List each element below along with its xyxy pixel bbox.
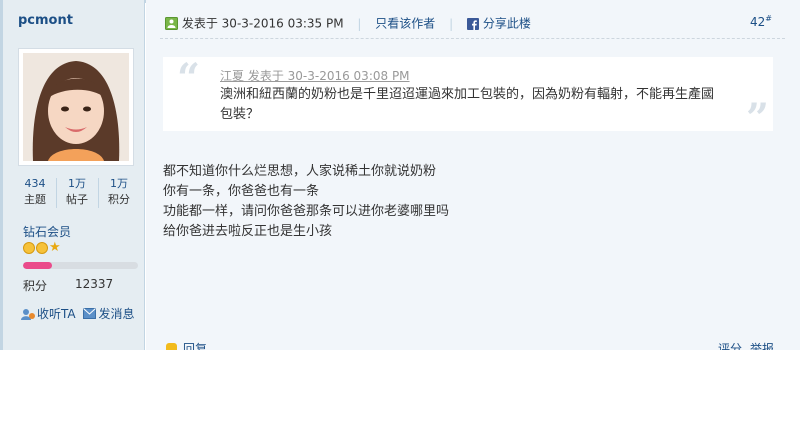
star-medal-icon: ★	[49, 240, 61, 255]
post-footer: 回复 评分 举报	[160, 336, 785, 350]
rank-progress-fill	[23, 262, 52, 269]
stat-label: 积分	[108, 193, 130, 206]
content-line: 你有一条，你爸爸也有一条	[163, 184, 320, 199]
credits-label: 积分	[23, 279, 48, 293]
user-stats: 434 主题 1万 帖子 1万 积分	[13, 176, 137, 212]
stat-value: 1万	[110, 177, 128, 190]
reply-label: 回复	[183, 342, 208, 350]
reply-icon	[166, 343, 177, 350]
follow-icon	[21, 308, 35, 320]
stat-value: 434	[24, 177, 46, 190]
quote-block: “ 江夏 发表于 30-3-2016 03:08 PM 澳洲和紐西蘭的奶粉也是千…	[163, 55, 773, 142]
follow-button[interactable]: 收听TA	[21, 306, 79, 321]
quote-text: 澳洲和紐西蘭的奶粉也是千里迢迢運過來加工包裝的，因為奶粉有輻射，不能再生產國包裝…	[220, 87, 715, 122]
rank-progress-bar	[23, 262, 138, 269]
posted-time: 30-3-2016 03:35 PM	[221, 16, 344, 31]
author-only-link[interactable]: 只看该作者	[375, 17, 435, 31]
post-header: 发表于 30-3-2016 03:35 PM | 只看该作者 | 分享此楼	[165, 14, 531, 32]
stat-threads[interactable]: 434 主题	[15, 176, 55, 208]
close-quote-icon: ”	[745, 95, 769, 142]
rate-button[interactable]: 评分	[718, 340, 742, 350]
user-actions: 收听TA 发消息	[21, 305, 134, 322]
header-divider: |	[357, 16, 362, 31]
follow-label: 收听TA	[37, 307, 76, 321]
quote-author-link[interactable]: 江夏 发表于 30-3-2016 03:08 PM	[220, 67, 410, 84]
send-message-label: 发消息	[98, 307, 135, 321]
stat-credits[interactable]: 1万 积分	[99, 176, 139, 208]
open-quote-icon: “	[177, 55, 201, 102]
forum-post: pcmont 434 主题 1万 帖子 1万 积分 钻石会员 ★ 积分 1233…	[0, 0, 800, 350]
medal-list: ★	[23, 240, 63, 256]
avatar[interactable]	[18, 48, 134, 166]
posted-prefix: 发表于	[181, 16, 218, 31]
stat-label: 帖子	[66, 193, 88, 206]
floor-mark: #	[765, 14, 772, 23]
user-sidebar: pcmont 434 主题 1万 帖子 1万 积分 钻石会员 ★ 积分 1233…	[0, 0, 145, 350]
online-status-icon	[165, 17, 178, 30]
sun-medal-icon	[23, 242, 35, 254]
floor-value: 42	[750, 15, 766, 29]
stat-value: 1万	[68, 177, 86, 190]
envelope-icon	[83, 308, 97, 319]
report-button[interactable]: 举报	[750, 340, 774, 350]
content-line: 都不知道你什么烂思想，人家说稀土你就说奶粉	[163, 164, 437, 179]
floor-number[interactable]: 42#	[750, 14, 772, 29]
credits-value: 12337	[75, 277, 114, 291]
avatar-image	[23, 53, 129, 161]
content-line: 给你爸进去啦反正也是生小孩	[163, 224, 333, 239]
stat-label: 主题	[24, 193, 46, 206]
username-link[interactable]: pcmont	[18, 13, 73, 28]
send-message-button[interactable]: 发消息	[83, 306, 135, 321]
facebook-icon[interactable]	[467, 17, 479, 30]
post-content: 都不知道你什么烂思想，人家说稀土你就说奶粉 你有一条，你爸爸也有一条 功能都一样…	[163, 162, 449, 242]
reply-button[interactable]: 回复	[166, 340, 207, 350]
user-rank[interactable]: 钻石会员	[23, 223, 71, 240]
header-separator	[160, 38, 785, 39]
content-line: 功能都一样，请问你爸爸那条可以进你老婆哪里吗	[163, 204, 450, 219]
share-link[interactable]: 分享此楼	[483, 17, 531, 31]
sun-medal-icon	[36, 242, 48, 254]
header-divider: |	[449, 16, 454, 31]
stat-posts[interactable]: 1万 帖子	[57, 176, 97, 208]
